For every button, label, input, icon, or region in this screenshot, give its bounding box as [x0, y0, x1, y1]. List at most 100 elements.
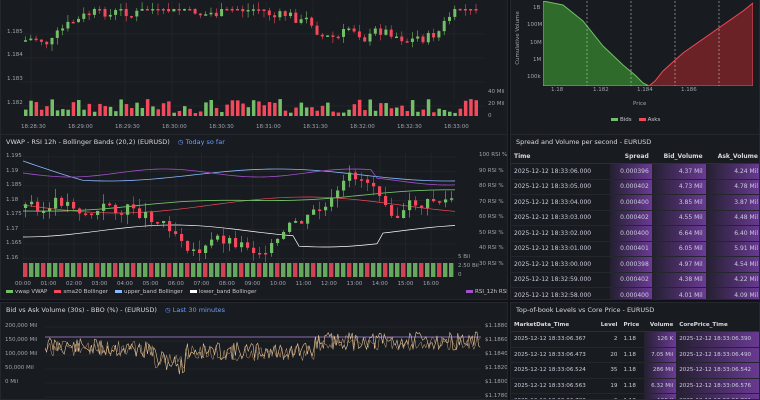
volume-bar [113, 263, 118, 277]
candle-body [273, 15, 277, 18]
candle-body [357, 31, 361, 38]
candle-body [72, 201, 76, 209]
candle-body [84, 213, 88, 215]
table-cell: 2025-12-12 18:33:06.542 [676, 362, 759, 379]
volume-bar [449, 263, 454, 277]
vwap-panel: VWAP - RSI 12h - Bollinger Bands (20,2) … [0, 134, 508, 300]
volume-bar [326, 102, 330, 116]
table-row[interactable]: 2025-12-12 18:33:06.473 20 1.18 7.05 Mil 202… [511, 347, 759, 363]
volume-bar [431, 263, 436, 277]
x-tick: 18:31:00 [256, 124, 281, 130]
y-tick: 1.165 [6, 240, 22, 246]
candle-body [82, 13, 86, 19]
legend-sma20[interactable]: sma20 Bollinger [54, 289, 108, 295]
table-row[interactable]: 2025-12-12 18:33:01.000 0.000401 6.05 Mil 5… [511, 241, 759, 257]
table-row[interactable]: 2025-12-12 18:33:00.000 0.000398 4.97 Mil 4… [511, 256, 759, 273]
volume-bar [419, 263, 424, 277]
column-header[interactable]: Volume [644, 318, 677, 332]
table-row[interactable]: 2025-12-12 18:33:06.367 2 1.18 126 K 2025-12… [511, 331, 759, 348]
legend-label: Asks [647, 117, 661, 123]
legend-asks[interactable]: Asks [638, 117, 661, 123]
table-row[interactable]: 2025-12-12 18:33:06.524 35 1.18 286 Mil 2025… [511, 362, 759, 379]
candle-body [336, 36, 340, 39]
legend-vwap[interactable]: vwap VWAP [6, 289, 47, 295]
legend-upper[interactable]: upper_band Bollinger [115, 289, 183, 295]
table-cell: 0.000402 [610, 179, 652, 195]
candle-body [214, 12, 218, 17]
candle-body [156, 9, 160, 11]
legend-label: RSI_12h RSI [475, 289, 508, 295]
volume-bar [98, 103, 102, 116]
candle-body [45, 41, 49, 45]
volume-bar [130, 107, 134, 116]
table-row[interactable]: 2025-12-12 18:33:06.70321.18106 K2025-12… [511, 393, 759, 399]
table-cell: 2025-12-12 18:33:06.721 [676, 393, 759, 399]
table-row[interactable]: 2025-12-12 18:32:59.000 0.000402 4.38 Mil 4… [511, 272, 759, 288]
candle-body [282, 231, 286, 239]
y-tick: 1M [533, 57, 542, 63]
candle-body [30, 201, 34, 205]
depth-area[interactable] [543, 1, 753, 86]
candle-body [50, 37, 54, 45]
table-row[interactable]: 2025-12-12 18:33:06.000 0.000396 4.37 Mil 4… [511, 163, 759, 180]
time-range-link[interactable]: ◷ Today so far [178, 138, 225, 146]
volume-bar [281, 263, 286, 277]
volume-bar [331, 111, 335, 116]
column-header[interactable]: MarketData_Time [511, 318, 596, 332]
column-header[interactable]: CorePrice_Time [676, 318, 759, 332]
x-tick: 14:00 [372, 281, 388, 287]
table-row[interactable]: 2025-12-12 18:33:04.000 0.000400 3.85 Mil 3… [511, 194, 759, 211]
table-cell: 19 [595, 378, 621, 394]
volume-bar [23, 263, 28, 277]
candle-body [186, 240, 190, 251]
table-cell: 1.18 [620, 393, 645, 399]
candle-body [42, 211, 46, 214]
table-row[interactable]: 2025-12-12 18:33:05.000 0.000402 4.73 Mil 4… [511, 179, 759, 195]
time-range-link[interactable]: ◷ Last 30 minutes [165, 306, 225, 314]
y-tick: 150,000 Mil [5, 337, 38, 343]
legend-label: sma20 Bollinger [63, 289, 109, 295]
candle-body [438, 201, 442, 203]
volume-bar [135, 102, 139, 116]
table-cell: 2025-12-12 18:33:06.524 [511, 362, 596, 379]
table-row[interactable]: 2025-12-12 18:32:58.000 0.000400 4.01 Mil 4… [511, 287, 759, 299]
volume-bar [299, 102, 304, 116]
volume-bar [389, 263, 394, 277]
volume-bar [407, 263, 412, 277]
candle-body [389, 29, 393, 37]
x-tick: 03:00 [91, 281, 108, 287]
candle-body [216, 235, 220, 240]
time-range-label: Today so far [185, 138, 225, 146]
x-tick: 18:30:30 [209, 124, 234, 130]
volume-bar [421, 109, 425, 116]
volume-bar [151, 106, 155, 116]
candle-body [71, 21, 75, 24]
legend-lower[interactable]: lower_band Bollinger [189, 289, 257, 295]
volume-bar [179, 263, 184, 277]
volume-bar [311, 263, 316, 277]
table-row[interactable]: 2025-12-12 18:33:02.000 0.000400 6.64 Mil 6… [511, 225, 759, 242]
legend-bids[interactable]: Bids [611, 117, 632, 123]
bidask-chart[interactable] [45, 323, 481, 400]
candle-body [264, 253, 268, 255]
y-tick: 1.183 [7, 76, 23, 82]
volume-bar [108, 106, 113, 116]
column-header[interactable]: Level [595, 318, 621, 332]
candle-body [192, 249, 196, 251]
table-cell: 3.85 Mil [651, 194, 706, 211]
candlestick-chart[interactable] [21, 1, 483, 124]
vwap-chart[interactable] [23, 153, 455, 281]
volume-bar [124, 104, 129, 116]
column-header[interactable]: Spread [610, 150, 652, 164]
column-header[interactable]: Bid_Volume [651, 150, 706, 164]
candle-body [304, 17, 308, 20]
table-row[interactable]: 2025-12-12 18:33:03.000 0.000402 4.55 Mil 4… [511, 210, 759, 226]
table-row[interactable]: 2025-12-12 18:33:06.563 19 1.18 6.32 Mil 202… [511, 378, 759, 394]
volume-bar [59, 263, 64, 277]
column-header[interactable]: Price [620, 318, 645, 332]
column-header[interactable]: Time [511, 150, 611, 164]
candle-body [267, 10, 271, 16]
column-header[interactable]: Ask_Volume [705, 150, 759, 164]
x-tick: 01:00 [40, 281, 57, 287]
legend-rsi[interactable]: RSI_12h RSI [466, 289, 508, 295]
